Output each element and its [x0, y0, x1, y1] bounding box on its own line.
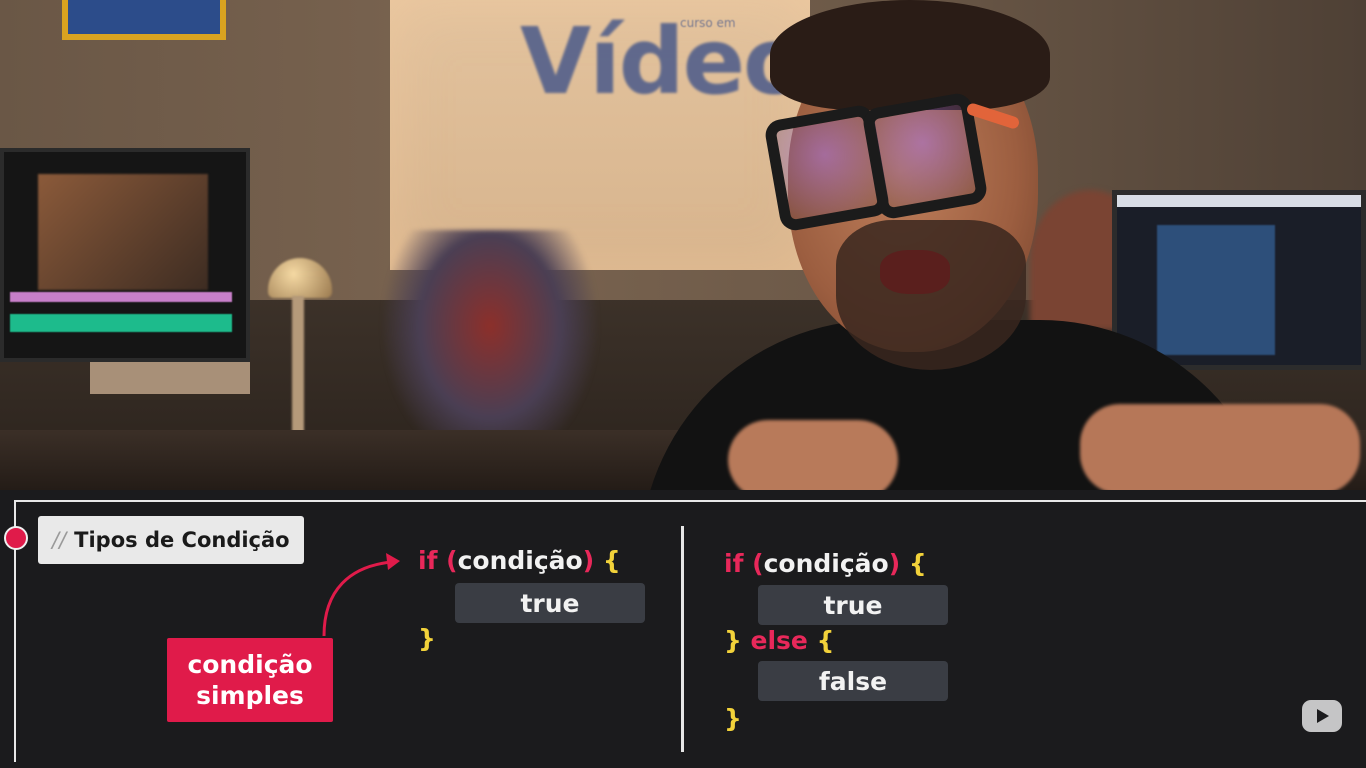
- open-paren: (: [752, 549, 764, 578]
- open-brace: {: [908, 549, 927, 578]
- open-brace: {: [816, 626, 835, 655]
- else-keyword: else: [750, 626, 808, 655]
- presenter-hand-left: [728, 420, 898, 490]
- monitor-screen-image: [38, 174, 208, 290]
- code-line-if-composite: if (condição) {: [724, 549, 927, 578]
- right-monitor: [1112, 190, 1366, 370]
- close-brace: }: [724, 626, 742, 655]
- code-slide: // Tipos de Condição condição simples if…: [0, 490, 1366, 768]
- if-keyword: if: [418, 546, 438, 575]
- close-brace: }: [724, 704, 742, 733]
- lamp-stem: [292, 296, 304, 446]
- slide-title: Tipos de Condição: [74, 528, 290, 552]
- video-frame[interactable]: curso em Vídeo: [0, 0, 1366, 490]
- true-value-box: true: [758, 585, 948, 625]
- left-monitor: [0, 148, 250, 362]
- monitor-title-bar: [1117, 195, 1361, 207]
- presenter-hair: [770, 0, 1050, 110]
- annotation-line-2: simples: [196, 681, 304, 710]
- annotation-simple-condition: condição simples: [167, 638, 333, 722]
- presenter-mouth: [880, 250, 950, 294]
- timeline-track: [10, 314, 232, 332]
- annotation-line-1: condição: [187, 650, 313, 679]
- monitor-stand: [90, 362, 250, 394]
- column-divider: [681, 526, 684, 752]
- open-paren: (: [446, 546, 458, 575]
- condition-text: condição: [457, 546, 583, 575]
- curved-arrow-icon: [322, 553, 400, 637]
- false-value-box: false: [758, 661, 948, 701]
- timeline-track: [10, 292, 232, 302]
- open-brace: {: [602, 546, 621, 575]
- code-line-if-simple: if (condição) {: [418, 546, 621, 575]
- logo-text: Vídeo: [520, 8, 806, 115]
- true-value-box: true: [455, 583, 645, 623]
- condition-text: condição: [763, 549, 889, 578]
- play-triangle-icon: [1317, 709, 1329, 723]
- close-brace: }: [418, 624, 436, 653]
- close-paren: ): [582, 546, 595, 575]
- close-paren: ): [888, 549, 901, 578]
- comment-slashes: //: [52, 528, 67, 552]
- wall-picture-frame: [62, 0, 226, 40]
- youtube-play-icon[interactable]: [1302, 700, 1342, 732]
- presenter-hand-right: [1080, 404, 1360, 490]
- presenter-beard: [836, 220, 1026, 370]
- if-keyword: if: [724, 549, 744, 578]
- monitor-window: [1157, 225, 1275, 355]
- record-dot-icon: [4, 526, 28, 550]
- code-line-else: } else {: [724, 626, 834, 655]
- slide-title-badge: // Tipos de Condição: [38, 516, 304, 564]
